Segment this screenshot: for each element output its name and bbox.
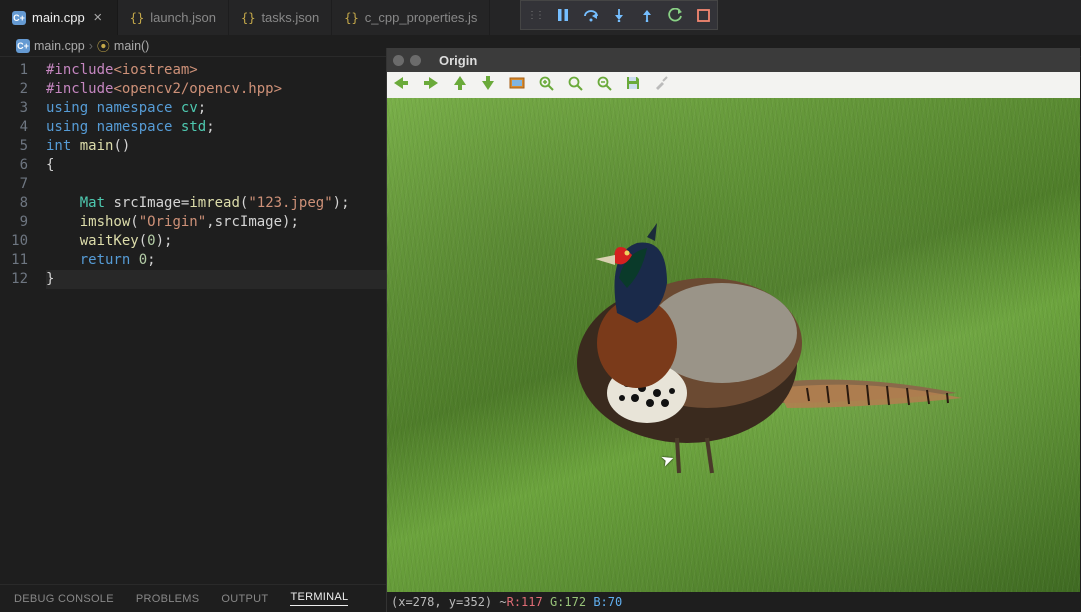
zoom-out-icon[interactable] bbox=[597, 76, 612, 95]
drag-grip-icon[interactable]: ⋮⋮ bbox=[527, 10, 543, 21]
line-number: 12 bbox=[0, 270, 28, 289]
line-number: 4 bbox=[0, 118, 28, 137]
restart-icon[interactable] bbox=[667, 7, 683, 23]
image-status-bar: (x=278, y=352) ~ R:117 G:172 B:70 bbox=[387, 592, 1080, 612]
breadcrumb-file[interactable]: main.cpp bbox=[34, 39, 85, 53]
image-toolbar bbox=[387, 72, 1080, 98]
breadcrumb-symbol[interactable]: main() bbox=[114, 39, 149, 53]
stop-icon[interactable] bbox=[695, 7, 711, 23]
cursor-position: (x=278, y=352) ~ bbox=[391, 595, 507, 609]
tab-label: tasks.json bbox=[261, 10, 319, 25]
brush-icon[interactable] bbox=[654, 76, 668, 94]
line-number: 2 bbox=[0, 80, 28, 99]
image-window: Origin bbox=[386, 48, 1080, 612]
zoom-in-icon[interactable] bbox=[539, 76, 554, 95]
json-file-icon: {} bbox=[241, 11, 255, 25]
pause-icon[interactable] bbox=[555, 7, 571, 23]
tab-label: main.cpp bbox=[32, 10, 85, 25]
debug-toolbar[interactable]: ⋮⋮ bbox=[520, 0, 718, 30]
panel-tab-debug-console[interactable]: DEBUG CONSOLE bbox=[14, 593, 114, 605]
tab-launch-json[interactable]: {} launch.json bbox=[118, 0, 229, 35]
line-number: 8 bbox=[0, 194, 28, 213]
line-number-gutter: 1 2 3 4 5 6 7 8 9 10 11 12 bbox=[0, 61, 46, 584]
image-canvas[interactable]: ➤ bbox=[387, 98, 1080, 592]
panel-tab-terminal[interactable]: TERMINAL bbox=[290, 591, 348, 606]
line-number: 7 bbox=[0, 175, 28, 194]
image-window-titlebar[interactable]: Origin bbox=[387, 48, 1080, 72]
line-number: 10 bbox=[0, 232, 28, 251]
bird-illustration bbox=[507, 193, 967, 493]
rectangle-icon[interactable] bbox=[509, 76, 525, 94]
json-file-icon: {} bbox=[130, 11, 144, 25]
save-icon[interactable] bbox=[626, 76, 640, 94]
close-window-icon[interactable] bbox=[393, 55, 404, 66]
pixel-r-value: R:117 bbox=[507, 595, 543, 609]
tab-label: launch.json bbox=[150, 10, 216, 25]
pixel-b-value: B:70 bbox=[593, 595, 622, 609]
tab-main-cpp[interactable]: C+ main.cpp × bbox=[0, 0, 118, 35]
line-number: 6 bbox=[0, 156, 28, 175]
arrow-right-icon[interactable] bbox=[423, 76, 439, 94]
symbol-method-icon: ⦿ bbox=[97, 36, 110, 55]
arrow-down-icon[interactable] bbox=[481, 75, 495, 95]
tab-cpp-properties[interactable]: {} c_cpp_properties.js bbox=[332, 0, 490, 35]
line-number: 9 bbox=[0, 213, 28, 232]
cpp-file-icon: C+ bbox=[16, 39, 30, 53]
step-into-icon[interactable] bbox=[611, 7, 627, 23]
panel-tab-problems[interactable]: PROBLEMS bbox=[136, 593, 200, 605]
arrow-up-icon[interactable] bbox=[453, 75, 467, 95]
step-over-icon[interactable] bbox=[583, 7, 599, 23]
line-number: 3 bbox=[0, 99, 28, 118]
panel-tab-bar: DEBUG CONSOLE PROBLEMS OUTPUT TERMINAL bbox=[0, 584, 386, 612]
chevron-right-icon: › bbox=[89, 39, 93, 53]
zoom-reset-icon[interactable] bbox=[568, 76, 583, 95]
step-out-icon[interactable] bbox=[639, 7, 655, 23]
panel-tab-output[interactable]: OUTPUT bbox=[221, 593, 268, 605]
arrow-left-icon[interactable] bbox=[393, 76, 409, 94]
cpp-file-icon: C+ bbox=[12, 11, 26, 25]
json-file-icon: {} bbox=[344, 11, 358, 25]
tab-tasks-json[interactable]: {} tasks.json bbox=[229, 0, 332, 35]
line-number: 5 bbox=[0, 137, 28, 156]
image-window-title: Origin bbox=[439, 53, 477, 68]
minimize-window-icon[interactable] bbox=[410, 55, 421, 66]
close-icon[interactable]: × bbox=[91, 11, 105, 25]
line-number: 11 bbox=[0, 251, 28, 270]
line-number: 1 bbox=[0, 61, 28, 80]
pixel-g-value: G:172 bbox=[550, 595, 586, 609]
tab-label: c_cpp_properties.js bbox=[365, 10, 478, 25]
